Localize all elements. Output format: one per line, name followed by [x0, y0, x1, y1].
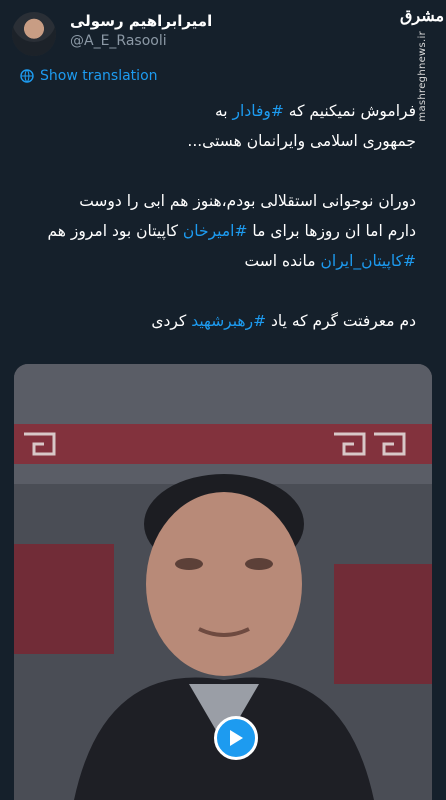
- hashtag-link[interactable]: #امیرخان: [183, 222, 248, 240]
- tweet-text-span: به: [214, 102, 233, 120]
- tweet-line: دم معرفتت گرم که یاد #رهبرشهید کردی: [40, 306, 416, 336]
- tweet-line: جمهوری اسلامی وایرانمان هستی...: [187, 132, 416, 150]
- tweet-text-span: دارم اما ان روزها برای ما: [247, 222, 416, 240]
- tweet-text-span: کردی: [151, 312, 192, 330]
- play-icon: [230, 730, 243, 746]
- tweet-line: دارم اما ان روزها برای ما #امیرخان کاپیت…: [40, 216, 416, 246]
- tweet-text: فراموش نمیکنیم که #وفادار به جمهوری اسلا…: [40, 96, 416, 336]
- tweet-text-span: مانده است: [244, 252, 321, 270]
- tweet-line: فراموش نمیکنیم که #وفادار به: [40, 96, 416, 126]
- brand-logo: مشرق: [399, 6, 445, 25]
- show-translation-label: Show translation: [40, 68, 158, 84]
- tweet-text-span: فراموش نمیکنیم که: [283, 102, 416, 120]
- avatar[interactable]: [12, 12, 56, 56]
- hashtag-link[interactable]: #رهبرشهید: [191, 312, 266, 330]
- tweet-line: دوران نوجوانی استقلالی بودم،هنوز هم ابی …: [79, 192, 416, 210]
- globe-icon: [20, 69, 34, 83]
- tweet-line: #کاپیتان_ایران مانده است: [40, 246, 416, 276]
- video-player[interactable]: [14, 364, 432, 800]
- author-handle[interactable]: @A_E_Rasooli: [70, 33, 167, 49]
- show-translation-link[interactable]: Show translation: [20, 66, 158, 86]
- brand-url: mashreghnews.ir: [416, 31, 428, 122]
- tweet-text-span: دم معرفتت گرم که یاد: [266, 312, 416, 330]
- author-name[interactable]: امیرابراهیم رسولی: [70, 12, 212, 30]
- play-button[interactable]: [214, 716, 258, 760]
- tweet-text-span: کاپیتان بود امروز هم: [47, 222, 183, 240]
- hashtag-link[interactable]: #کاپیتان_ایران: [321, 252, 416, 270]
- tweet-header: امیرابراهیم رسولی @A_E_Rasooli Show tran…: [0, 0, 446, 100]
- hashtag-link[interactable]: #وفادار: [233, 102, 284, 120]
